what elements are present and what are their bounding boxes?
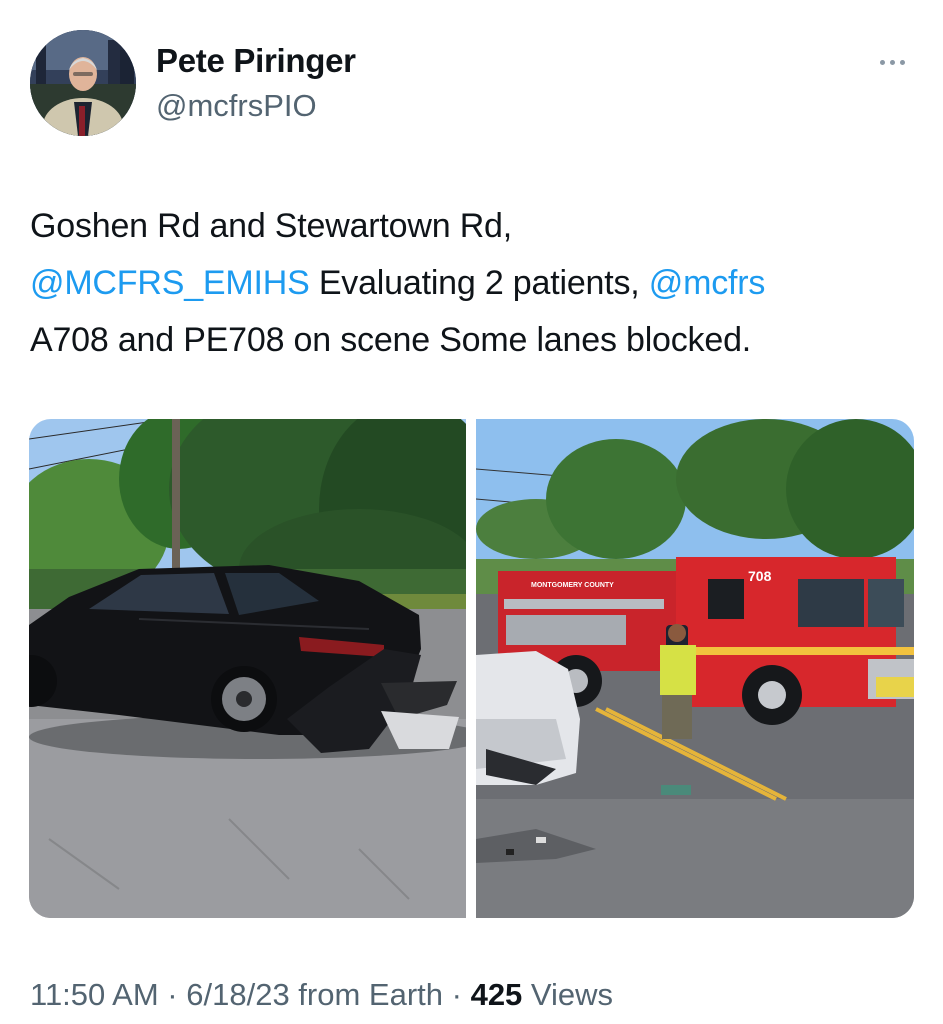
meta-separator-2: ·	[443, 977, 471, 1012]
tweet-line-2-text: Evaluating 2 patients,	[309, 264, 649, 302]
tweet-meta: 11:50 AM · 6/18/23 from Earth · 425 View…	[30, 977, 613, 1013]
engine-county-label: MONTGOMERY COUNTY	[531, 582, 614, 589]
engine-number-label: 708	[748, 568, 772, 584]
tweet-line-2: @MCFRS_EMIHS Evaluating 2 patients, @mcf…	[30, 255, 920, 312]
profile-photo-icon	[30, 30, 136, 136]
tweet-line-3: A708 and PE708 on scene Some lanes block…	[30, 321, 752, 359]
tweet-line-1: Goshen Rd and Stewartown Rd,	[30, 207, 513, 245]
views-count[interactable]: 425	[471, 977, 523, 1012]
fire-engine-scene-photo-icon: MONTGOMERY COUNTY 708	[476, 419, 914, 918]
tweet-card: Pete Piringer @mcfrsPIO Goshen Rd and St…	[0, 0, 943, 1024]
tweet-text: Goshen Rd and Stewartown Rd, @MCFRS_EMIH…	[30, 198, 920, 369]
tweet-date[interactable]: 6/18/23	[186, 977, 289, 1012]
mention-link-mcfrs-emihs[interactable]: @MCFRS_EMIHS	[30, 264, 310, 302]
tweet-time[interactable]: 11:50 AM	[30, 977, 159, 1012]
meta-separator-1: ·	[158, 977, 187, 1012]
avatar[interactable]	[30, 30, 136, 136]
more-options-button[interactable]	[868, 46, 916, 78]
photo-1[interactable]	[29, 419, 466, 918]
media-grid: MONTGOMERY COUNTY 708	[29, 419, 914, 918]
author-handle[interactable]: @mcfrsPIO	[156, 88, 317, 124]
views-label: Views	[522, 977, 614, 1012]
tweet-source: from Earth	[289, 977, 444, 1012]
mention-link-mcfrs[interactable]: @mcfrs	[649, 264, 766, 302]
ellipsis-icon	[879, 59, 905, 65]
damaged-black-sedan-photo-icon	[29, 419, 466, 918]
author-display-name[interactable]: Pete Piringer	[156, 42, 356, 80]
photo-2[interactable]: MONTGOMERY COUNTY 708	[476, 419, 914, 918]
